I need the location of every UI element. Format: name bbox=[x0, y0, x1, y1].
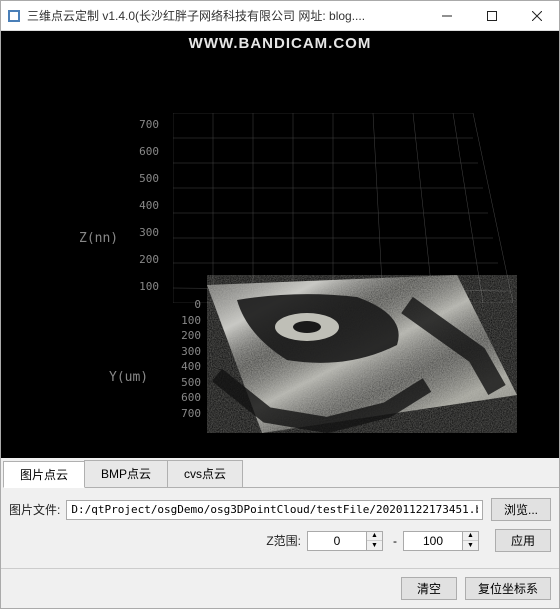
close-button[interactable] bbox=[514, 1, 559, 30]
z-tick: 100 bbox=[131, 280, 159, 293]
z-max-up-icon[interactable]: ▲ bbox=[463, 532, 478, 542]
footer: 清空 复位坐标系 bbox=[1, 568, 559, 608]
z-tick: 400 bbox=[131, 199, 159, 212]
z-range-label: Z范围: bbox=[266, 532, 301, 549]
tab-bmp-cloud[interactable]: BMP点云 bbox=[84, 460, 168, 487]
minimize-button[interactable] bbox=[424, 1, 469, 30]
z-max-input[interactable] bbox=[403, 531, 463, 551]
y-tick: 300 bbox=[173, 345, 201, 358]
y-tick: 600 bbox=[173, 391, 201, 404]
z-axis-label: Z(nn) bbox=[79, 231, 118, 246]
z-min-down-icon[interactable]: ▼ bbox=[367, 541, 382, 550]
titlebar: 三维点云定制 v1.4.0(长沙红胖子网络科技有限公司 网址: blog.... bbox=[1, 1, 559, 31]
z-min-input[interactable] bbox=[307, 531, 367, 551]
tab-panel: 图片文件: 浏览... Z范围: ▲ ▼ - ▲ ▼ 应用 bbox=[1, 488, 559, 568]
clear-button[interactable]: 清空 bbox=[401, 577, 457, 600]
file-path-input[interactable] bbox=[66, 500, 483, 520]
apply-button[interactable]: 应用 bbox=[495, 529, 551, 552]
z-min-up-icon[interactable]: ▲ bbox=[367, 532, 382, 542]
z-axis-ticks: 700 600 500 400 300 200 100 bbox=[131, 118, 159, 307]
app-icon bbox=[7, 9, 21, 23]
z-tick: 700 bbox=[131, 118, 159, 131]
y-tick: 500 bbox=[173, 376, 201, 389]
tab-cvs-cloud[interactable]: cvs点云 bbox=[167, 460, 243, 487]
z-range-row: Z范围: ▲ ▼ - ▲ ▼ 应用 bbox=[9, 529, 551, 552]
y-tick: 0 bbox=[173, 298, 201, 311]
window-controls bbox=[424, 1, 559, 30]
watermark-text: WWW.BANDICAM.COM bbox=[189, 35, 372, 52]
z-max-spinner: ▲ ▼ bbox=[463, 531, 479, 551]
3d-viewport[interactable]: WWW.BANDICAM.COM Z(nn) Y(um) 7 bbox=[1, 31, 559, 458]
z-tick: 500 bbox=[131, 172, 159, 185]
y-tick: 400 bbox=[173, 360, 201, 373]
y-tick: 100 bbox=[173, 314, 201, 327]
file-label: 图片文件: bbox=[9, 501, 60, 518]
z-tick: 200 bbox=[131, 253, 159, 266]
window-title: 三维点云定制 v1.4.0(长沙红胖子网络科技有限公司 网址: blog.... bbox=[27, 7, 424, 24]
tab-image-cloud[interactable]: 图片点云 bbox=[3, 461, 85, 488]
range-separator: - bbox=[393, 534, 397, 548]
z-tick: 600 bbox=[131, 145, 159, 158]
z-max-down-icon[interactable]: ▼ bbox=[463, 541, 478, 550]
reset-coords-button[interactable]: 复位坐标系 bbox=[465, 577, 551, 600]
file-row: 图片文件: 浏览... bbox=[9, 498, 551, 521]
y-tick: 200 bbox=[173, 329, 201, 342]
tabs: 图片点云 BMP点云 cvs点云 bbox=[3, 458, 559, 488]
point-cloud-surface bbox=[207, 275, 517, 433]
tabs-section: 图片点云 BMP点云 cvs点云 图片文件: 浏览... Z范围: ▲ ▼ - bbox=[1, 458, 559, 568]
maximize-button[interactable] bbox=[469, 1, 514, 30]
browse-button[interactable]: 浏览... bbox=[491, 498, 551, 521]
z-min-spinner: ▲ ▼ bbox=[367, 531, 383, 551]
app-window: 三维点云定制 v1.4.0(长沙红胖子网络科技有限公司 网址: blog....… bbox=[0, 0, 560, 609]
y-axis-label: Y(um) bbox=[109, 370, 148, 385]
y-axis-ticks: 0 100 200 300 400 500 600 700 bbox=[173, 298, 201, 422]
z-tick: 300 bbox=[131, 226, 159, 239]
y-tick: 700 bbox=[173, 407, 201, 420]
